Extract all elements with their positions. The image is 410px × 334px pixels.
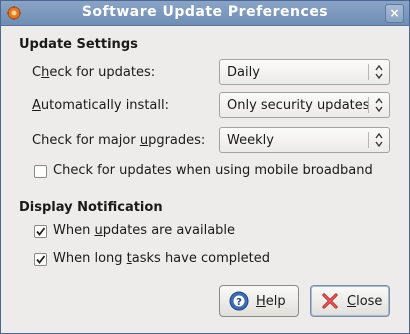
long-tasks-checkbox[interactable] (34, 253, 47, 266)
svg-text:?: ? (236, 297, 242, 308)
help-button[interactable]: ? Help (219, 285, 299, 317)
display-notification-heading: Display Notification (19, 200, 163, 215)
check-for-updates-label: Check for updates: (32, 65, 156, 80)
updates-available-checkbox[interactable] (34, 225, 47, 238)
updown-arrow-icon (375, 132, 383, 148)
window-close-icon[interactable]: × (385, 4, 404, 23)
close-icon (322, 293, 338, 309)
automatically-install-combo[interactable]: Only security updates (219, 92, 390, 118)
preferences-window: Software Update Preferences × Update Set… (0, 0, 410, 334)
help-button-label: Help (256, 294, 286, 309)
major-upgrades-value: Weekly (227, 133, 274, 148)
close-button-label: Close (347, 294, 383, 309)
updown-arrow-icon (375, 97, 383, 113)
checkmark-icon (36, 227, 46, 236)
help-icon: ? (229, 291, 249, 311)
window-title: Software Update Preferences (81, 4, 329, 20)
updates-available-label[interactable]: When updates are available (53, 223, 235, 238)
automatically-install-label: Automatically install: (32, 98, 169, 113)
automatically-install-value: Only security updates (227, 98, 370, 113)
update-settings-heading: Update Settings (19, 37, 138, 52)
close-button[interactable]: Close (310, 285, 390, 317)
long-tasks-label[interactable]: When long tasks have completed (53, 251, 270, 266)
mobile-broadband-checkbox[interactable] (34, 165, 47, 178)
major-upgrades-combo[interactable]: Weekly (219, 127, 390, 153)
updown-arrow-icon (375, 64, 383, 80)
checkmark-icon (36, 255, 46, 264)
check-for-updates-combo[interactable]: Daily (219, 59, 390, 85)
mobile-broadband-label[interactable]: Check for updates when using mobile broa… (53, 163, 373, 178)
check-for-updates-value: Daily (227, 65, 260, 80)
major-upgrades-label: Check for major upgrades: (32, 133, 206, 148)
title-bar[interactable]: Software Update Preferences × (1, 1, 409, 26)
